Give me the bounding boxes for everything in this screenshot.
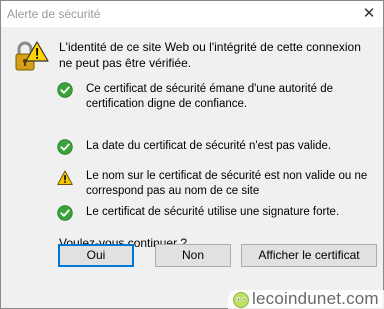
security-lock-warning-icon: [15, 41, 49, 71]
security-alert-dialog: Alerte de sécurité ✕ L'identité de ce si…: [0, 0, 384, 309]
yes-button[interactable]: Oui: [58, 244, 134, 267]
cert-date-status: La date du certificat de sécurité n'est …: [86, 140, 332, 152]
green-check-icon: [57, 82, 73, 98]
yellow-warning-icon: [57, 170, 73, 185]
close-button[interactable]: ✕: [359, 4, 379, 24]
cert-signature-status: Le certificat de sécurité utilise une si…: [86, 206, 340, 218]
dialog-title: Alerte de sécurité: [7, 7, 101, 21]
cert-name-status: Le nom sur le certificat de sécurité est…: [86, 170, 368, 197]
watermark-logo-icon: [233, 292, 249, 308]
no-button[interactable]: Non: [155, 244, 231, 267]
title-bar: Alerte de sécurité ✕: [1, 1, 383, 27]
watermark-text: lecoindunet.com: [252, 289, 379, 308]
green-check-icon: [57, 205, 73, 221]
green-check-icon: [57, 139, 73, 155]
cert-authority-status: Ce certificat de sécurité émane d'une au…: [86, 83, 334, 110]
intro-message: L'identité de ce site Web ou l'intégrité…: [59, 40, 361, 70]
view-certificate-button[interactable]: Afficher le certificat: [241, 244, 377, 267]
